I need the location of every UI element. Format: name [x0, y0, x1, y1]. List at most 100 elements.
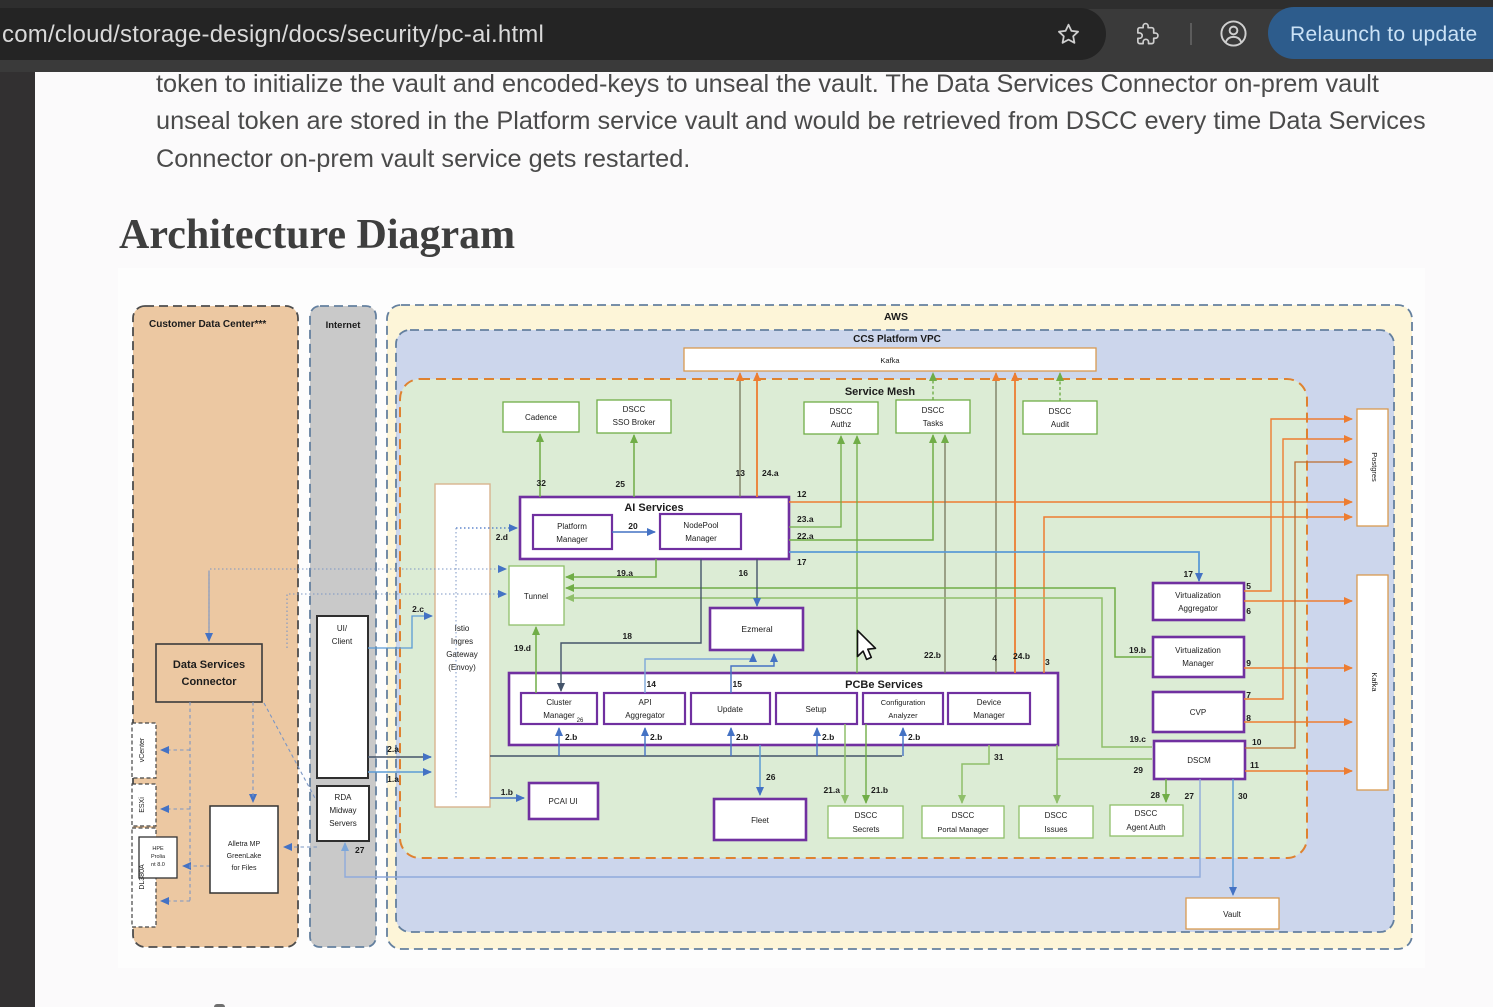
svg-text:3: 3 [1045, 657, 1050, 667]
svg-text:7: 7 [1246, 690, 1251, 700]
svg-text:14: 14 [647, 679, 657, 689]
svg-text:Client: Client [332, 637, 353, 646]
svg-text:2.b: 2.b [736, 732, 748, 742]
svg-text:Customer Data Center***: Customer Data Center*** [149, 319, 266, 330]
svg-text:for Files: for Files [232, 865, 257, 872]
svg-text:Audit: Audit [1051, 420, 1070, 429]
svg-text:Manager: Manager [973, 711, 1005, 720]
svg-text:Manager: Manager [1182, 659, 1214, 668]
svg-text:Servers: Servers [329, 819, 357, 828]
svg-text:29: 29 [1134, 765, 1144, 775]
svg-text:Device: Device [977, 698, 1002, 707]
svg-text:Cluster: Cluster [546, 698, 572, 707]
svg-text:22.a: 22.a [797, 531, 814, 541]
svg-text:PCBe Services: PCBe Services [845, 679, 923, 691]
svg-text:Kafka: Kafka [880, 356, 900, 365]
svg-text:Gateway: Gateway [446, 650, 478, 659]
svg-text:CVP: CVP [1190, 708, 1206, 717]
svg-text:Service Mesh: Service Mesh [845, 386, 916, 398]
svg-text:Update: Update [717, 705, 743, 714]
svg-text:DSCC: DSCC [1135, 809, 1158, 818]
svg-text:11: 11 [1250, 760, 1259, 770]
svg-text:DSCC: DSCC [952, 811, 975, 820]
svg-text:PCAI UI: PCAI UI [549, 797, 578, 806]
svg-text:Ezmeral: Ezmeral [741, 624, 772, 634]
svg-text:ESXi: ESXi [139, 797, 146, 813]
svg-text:Prolia: Prolia [151, 854, 166, 860]
svg-text:DSCC: DSCC [922, 406, 945, 415]
svg-text:Data Services: Data Services [173, 659, 245, 671]
svg-text:CCS Platform VPC: CCS Platform VPC [853, 334, 941, 345]
svg-text:(Envoy): (Envoy) [448, 663, 476, 672]
svg-text:Virtualization: Virtualization [1175, 591, 1221, 600]
svg-text:AWS: AWS [884, 311, 908, 323]
svg-text:DSCC: DSCC [855, 811, 878, 820]
svg-text:13: 13 [736, 468, 746, 478]
svg-text:Aggregator: Aggregator [625, 711, 665, 720]
svg-text:Secrets: Secrets [852, 825, 879, 834]
svg-text:32: 32 [537, 478, 547, 488]
svg-text:4: 4 [992, 653, 997, 663]
svg-text:25: 25 [616, 479, 626, 489]
svg-text:24.a: 24.a [762, 468, 779, 478]
svg-text:27: 27 [1185, 791, 1195, 801]
svg-text:vCenter: vCenter [139, 737, 146, 762]
svg-text:Configuration: Configuration [881, 698, 926, 707]
svg-text:2.c: 2.c [412, 604, 424, 614]
svg-text:24.b: 24.b [1013, 651, 1030, 661]
svg-text:Manager: Manager [685, 534, 717, 543]
svg-text:RDA: RDA [335, 793, 353, 802]
svg-text:2.d: 2.d [496, 532, 508, 542]
svg-text:17: 17 [797, 557, 807, 567]
svg-text:19.a: 19.a [616, 568, 633, 578]
svg-text:17: 17 [1184, 569, 1194, 579]
svg-text:Fleet: Fleet [751, 816, 770, 825]
svg-text:Aggregator: Aggregator [1178, 604, 1218, 613]
svg-text:Issues: Issues [1044, 825, 1067, 834]
svg-text:HPE: HPE [152, 846, 164, 852]
svg-text:DL380A: DL380A [139, 864, 146, 890]
svg-text:27: 27 [355, 845, 365, 855]
svg-text:30: 30 [1238, 791, 1248, 801]
svg-text:1.b: 1.b [501, 787, 513, 797]
svg-text:UI/: UI/ [337, 624, 348, 633]
svg-text:Authz: Authz [831, 420, 851, 429]
svg-text:Portal Manager: Portal Manager [937, 825, 989, 834]
svg-text:12: 12 [797, 489, 807, 499]
svg-text:Ingres: Ingres [451, 637, 473, 646]
svg-text:10: 10 [1252, 737, 1262, 747]
svg-text:Alletra MP: Alletra MP [228, 841, 261, 848]
svg-text:DSCC: DSCC [623, 405, 646, 414]
svg-text:18: 18 [623, 631, 633, 641]
svg-text:20: 20 [628, 521, 638, 531]
svg-text:16: 16 [739, 568, 749, 578]
svg-text:DSCM: DSCM [1187, 756, 1211, 765]
svg-text:DSCC: DSCC [1045, 811, 1068, 820]
svg-text:21.b: 21.b [871, 785, 888, 795]
svg-text:GreenLake: GreenLake [227, 853, 262, 860]
svg-text:DSCC: DSCC [830, 407, 853, 416]
svg-text:Cadence: Cadence [525, 413, 558, 422]
svg-text:2.a: 2.a [387, 744, 399, 754]
svg-text:NodePool: NodePool [683, 521, 718, 530]
svg-text:Analyzer: Analyzer [888, 711, 918, 720]
svg-text:19.d: 19.d [514, 643, 531, 653]
svg-text:Postgres: Postgres [1370, 452, 1379, 482]
svg-text:Connector: Connector [182, 676, 238, 688]
svg-text:8: 8 [1246, 713, 1251, 723]
svg-text:21.a: 21.a [823, 785, 840, 795]
svg-text:15: 15 [733, 679, 743, 689]
svg-text:22.b: 22.b [924, 650, 941, 660]
svg-text:26: 26 [766, 772, 776, 782]
svg-text:Manager: Manager [556, 535, 588, 544]
svg-text:31: 31 [994, 752, 1004, 762]
svg-text:Kafka: Kafka [1370, 672, 1379, 692]
svg-text:nt 8.0: nt 8.0 [151, 862, 165, 868]
svg-text:Tunnel: Tunnel [524, 592, 548, 601]
svg-text:API: API [639, 698, 652, 707]
svg-text:19.c: 19.c [1129, 734, 1146, 744]
svg-text:DSCC: DSCC [1049, 407, 1072, 416]
svg-text:Agent Auth: Agent Auth [1126, 823, 1165, 832]
svg-text:Internet: Internet [326, 320, 362, 331]
svg-text:2.b: 2.b [822, 732, 834, 742]
